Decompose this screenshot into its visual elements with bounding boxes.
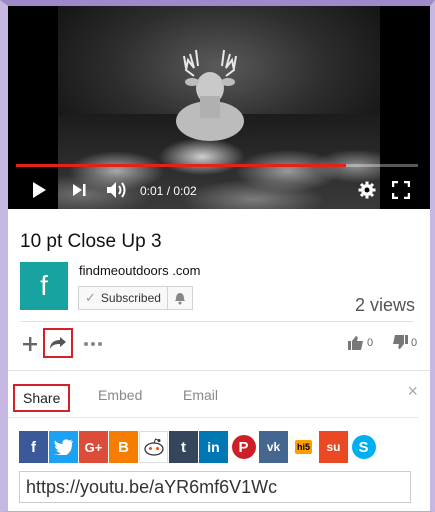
tab-email[interactable]: Email	[183, 387, 218, 403]
thumbs-up-icon	[348, 336, 363, 350]
dislike-button[interactable]: 0	[392, 335, 417, 350]
pinterest-icon[interactable]: P	[229, 431, 258, 463]
video-title: 10 pt Close Up 3	[20, 231, 162, 252]
subscribed-label: Subscribed	[100, 291, 161, 305]
tumblr-icon[interactable]: t	[169, 431, 198, 463]
bell-icon[interactable]	[168, 287, 192, 309]
channel-avatar[interactable]: f	[20, 262, 68, 310]
channel-name[interactable]: findmeoutdoors .com	[79, 263, 200, 278]
checkmark-icon: ✓	[85, 290, 96, 305]
share-panel: Share Embed Email × f G+ B t in P vk hi5…	[8, 370, 430, 507]
close-icon[interactable]: ×	[407, 381, 418, 402]
view-count: 2 views	[354, 295, 415, 315]
like-count: 0	[367, 336, 374, 349]
share-url-input[interactable]	[19, 471, 411, 503]
next-icon[interactable]	[68, 178, 90, 202]
like-button[interactable]: 0	[348, 335, 373, 350]
channel-logo-letter: f	[40, 270, 48, 301]
share-icon[interactable]	[43, 328, 73, 358]
volume-icon[interactable]	[104, 178, 130, 202]
progress-fill	[16, 164, 346, 167]
skype-icon[interactable]: S	[349, 431, 378, 463]
time-display: 0:01 / 0:02	[140, 184, 197, 198]
player-controls: 0:01 / 0:02	[8, 172, 430, 209]
thumbs-down-icon	[393, 335, 408, 349]
reddit-icon[interactable]	[139, 431, 168, 463]
subscribed-button[interactable]: ✓ Subscribed	[78, 286, 193, 310]
dislike-count: 0	[411, 336, 418, 349]
divider	[20, 321, 414, 322]
linkedin-icon[interactable]: in	[199, 431, 228, 463]
fullscreen-icon[interactable]	[390, 178, 412, 202]
deer-image	[176, 49, 244, 141]
settings-gear-icon[interactable]	[356, 178, 378, 202]
more-icon[interactable]	[82, 331, 104, 357]
social-share-buttons: f G+ B t in P vk hi5 su S	[19, 431, 378, 463]
blogger-icon[interactable]: B	[109, 431, 138, 463]
hi5-icon[interactable]: hi5	[289, 431, 318, 463]
progress-bar[interactable]	[16, 164, 418, 167]
google-plus-icon[interactable]: G+	[79, 431, 108, 463]
tab-share[interactable]: Share	[13, 384, 71, 412]
play-icon[interactable]	[28, 178, 50, 202]
vk-icon[interactable]: vk	[259, 431, 288, 463]
tab-embed[interactable]: Embed	[98, 387, 142, 403]
action-bar: 0 0	[20, 328, 417, 358]
add-to-icon[interactable]	[20, 331, 40, 357]
twitter-icon[interactable]	[49, 431, 78, 463]
stumbleupon-icon[interactable]: su	[319, 431, 348, 463]
video-player[interactable]: 0:01 / 0:02	[8, 6, 430, 209]
facebook-icon[interactable]: f	[19, 431, 48, 463]
share-tabs: Share Embed Email	[8, 377, 418, 418]
